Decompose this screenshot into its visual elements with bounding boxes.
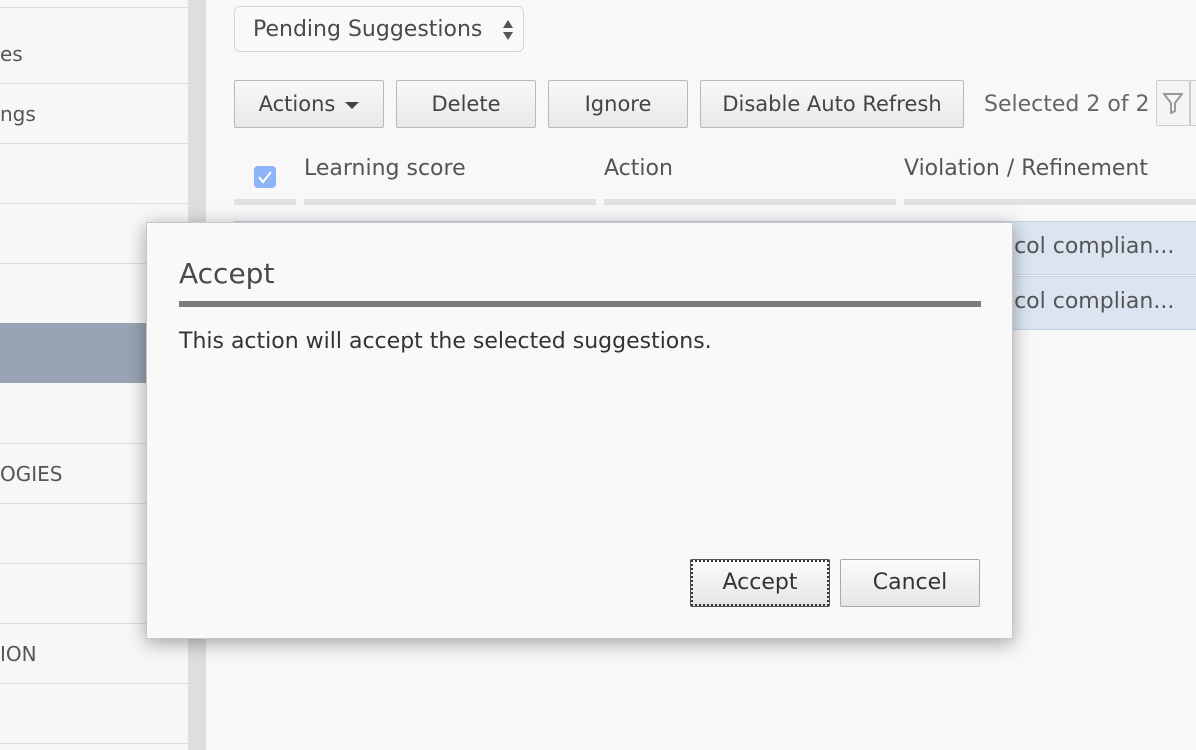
- selected-count: Selected 2 of 2: [984, 92, 1150, 117]
- sidebar-item-label: es: [0, 42, 23, 66]
- actions-button[interactable]: Actions: [234, 80, 384, 128]
- select-all-checkbox[interactable]: [254, 166, 276, 188]
- select-arrows-icon: [503, 20, 513, 40]
- caret-down-icon: [345, 101, 360, 109]
- filter-icon: [1163, 93, 1183, 114]
- accept-dialog: Accept This action will accept the selec…: [146, 222, 1013, 639]
- sidebar-item[interactable]: [0, 684, 188, 744]
- sidebar-item-label: OGIES: [0, 462, 63, 486]
- violation-cell: tocol complian...: [992, 289, 1175, 314]
- dialog-message: This action will accept the selected sug…: [179, 329, 712, 354]
- column-divider: [304, 199, 596, 205]
- sidebar-item[interactable]: es: [0, 24, 188, 84]
- accept-button[interactable]: Accept: [690, 559, 830, 607]
- disable-auto-refresh-label: Disable Auto Refresh: [722, 92, 942, 116]
- dialog-title-divider: [179, 301, 981, 307]
- disable-auto-refresh-button[interactable]: Disable Auto Refresh: [700, 80, 964, 128]
- cancel-button[interactable]: Cancel: [840, 559, 980, 607]
- ignore-button-label: Ignore: [584, 92, 652, 116]
- view-select[interactable]: Pending Suggestions: [234, 6, 524, 52]
- ignore-button[interactable]: Ignore: [548, 80, 688, 128]
- sidebar-item-label: ngs: [0, 102, 36, 126]
- delete-button[interactable]: Delete: [396, 80, 536, 128]
- column-header-violation[interactable]: Violation / Refinement: [904, 156, 1148, 181]
- accept-button-label: Accept: [722, 570, 798, 595]
- sidebar-item-label: ION: [0, 642, 37, 666]
- sidebar-item[interactable]: ngs: [0, 84, 188, 144]
- cancel-button-label: Cancel: [872, 570, 948, 595]
- column-header-learning-score[interactable]: Learning score: [304, 156, 466, 181]
- column-divider: [904, 199, 1196, 205]
- column-header-action[interactable]: Action: [604, 156, 673, 181]
- filter-button[interactable]: [1156, 80, 1190, 126]
- actions-button-label: Actions: [258, 92, 336, 116]
- checkmark-icon: [258, 171, 272, 184]
- column-divider: [604, 199, 896, 205]
- sidebar-item[interactable]: s: [0, 0, 188, 8]
- delete-button-label: Delete: [431, 92, 501, 116]
- violation-cell: tocol complian...: [992, 234, 1175, 259]
- column-divider: [234, 199, 296, 205]
- column-options-button[interactable]: [1190, 80, 1196, 126]
- dialog-title: Accept: [179, 257, 275, 290]
- sidebar-item[interactable]: [0, 144, 188, 204]
- view-select-value: Pending Suggestions: [253, 17, 483, 42]
